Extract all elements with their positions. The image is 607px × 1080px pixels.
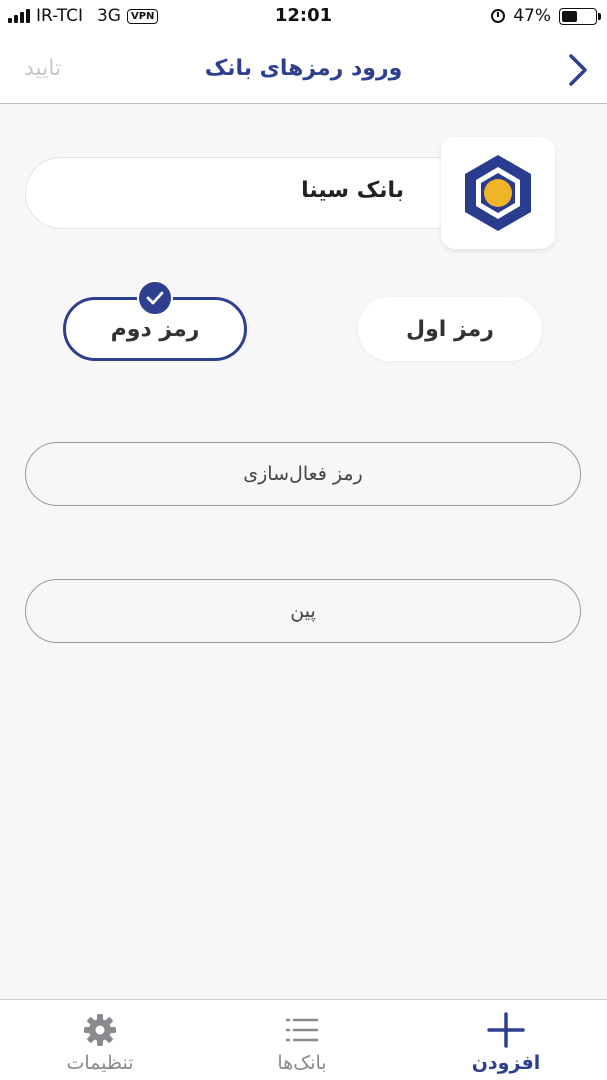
- tab-settings-label: تنظیمات: [66, 1052, 134, 1074]
- bank-selector[interactable]: بانک سینا: [25, 157, 495, 229]
- list-icon: [285, 1018, 319, 1042]
- battery-fill: [562, 10, 578, 22]
- activation-code-field: [25, 442, 581, 506]
- tab-banks-label: بانک‌ها: [277, 1052, 327, 1074]
- selected-check-icon: [137, 280, 173, 316]
- tab-settings[interactable]: تنظیمات: [30, 1012, 170, 1074]
- alarm-icon: [491, 9, 506, 23]
- tab-banks[interactable]: بانک‌ها: [232, 1012, 372, 1074]
- checkmark-icon: [146, 291, 164, 305]
- chevron-right-icon: [569, 54, 587, 86]
- status-bar: IR-TCI 3G VPN 12:01 47%: [0, 0, 607, 34]
- tab-add[interactable]: افزودن: [436, 1012, 576, 1074]
- gear-icon: [84, 1014, 116, 1046]
- battery-percent: 47%: [513, 6, 551, 26]
- pin-input[interactable]: [26, 580, 580, 642]
- page-title: ورود رمزهای بانک: [204, 56, 403, 81]
- first-password-option[interactable]: رمز اول: [358, 297, 542, 361]
- tab-bar: تنظیمات بانک‌ها افزودن: [0, 999, 607, 1080]
- activation-code-input[interactable]: [26, 443, 580, 505]
- nav-bar: تایید ورود رمزهای بانک: [0, 34, 607, 104]
- bank-sina-logo-icon: [465, 155, 531, 231]
- back-button[interactable]: [563, 50, 593, 90]
- tab-add-label: افزودن: [471, 1052, 541, 1074]
- status-right: 47%: [491, 6, 601, 26]
- plus-icon: [487, 1012, 525, 1048]
- battery-icon: [559, 7, 601, 25]
- bank-logo: [441, 137, 555, 249]
- pin-field: [25, 579, 581, 643]
- bank-name: بانک سینا: [301, 178, 404, 203]
